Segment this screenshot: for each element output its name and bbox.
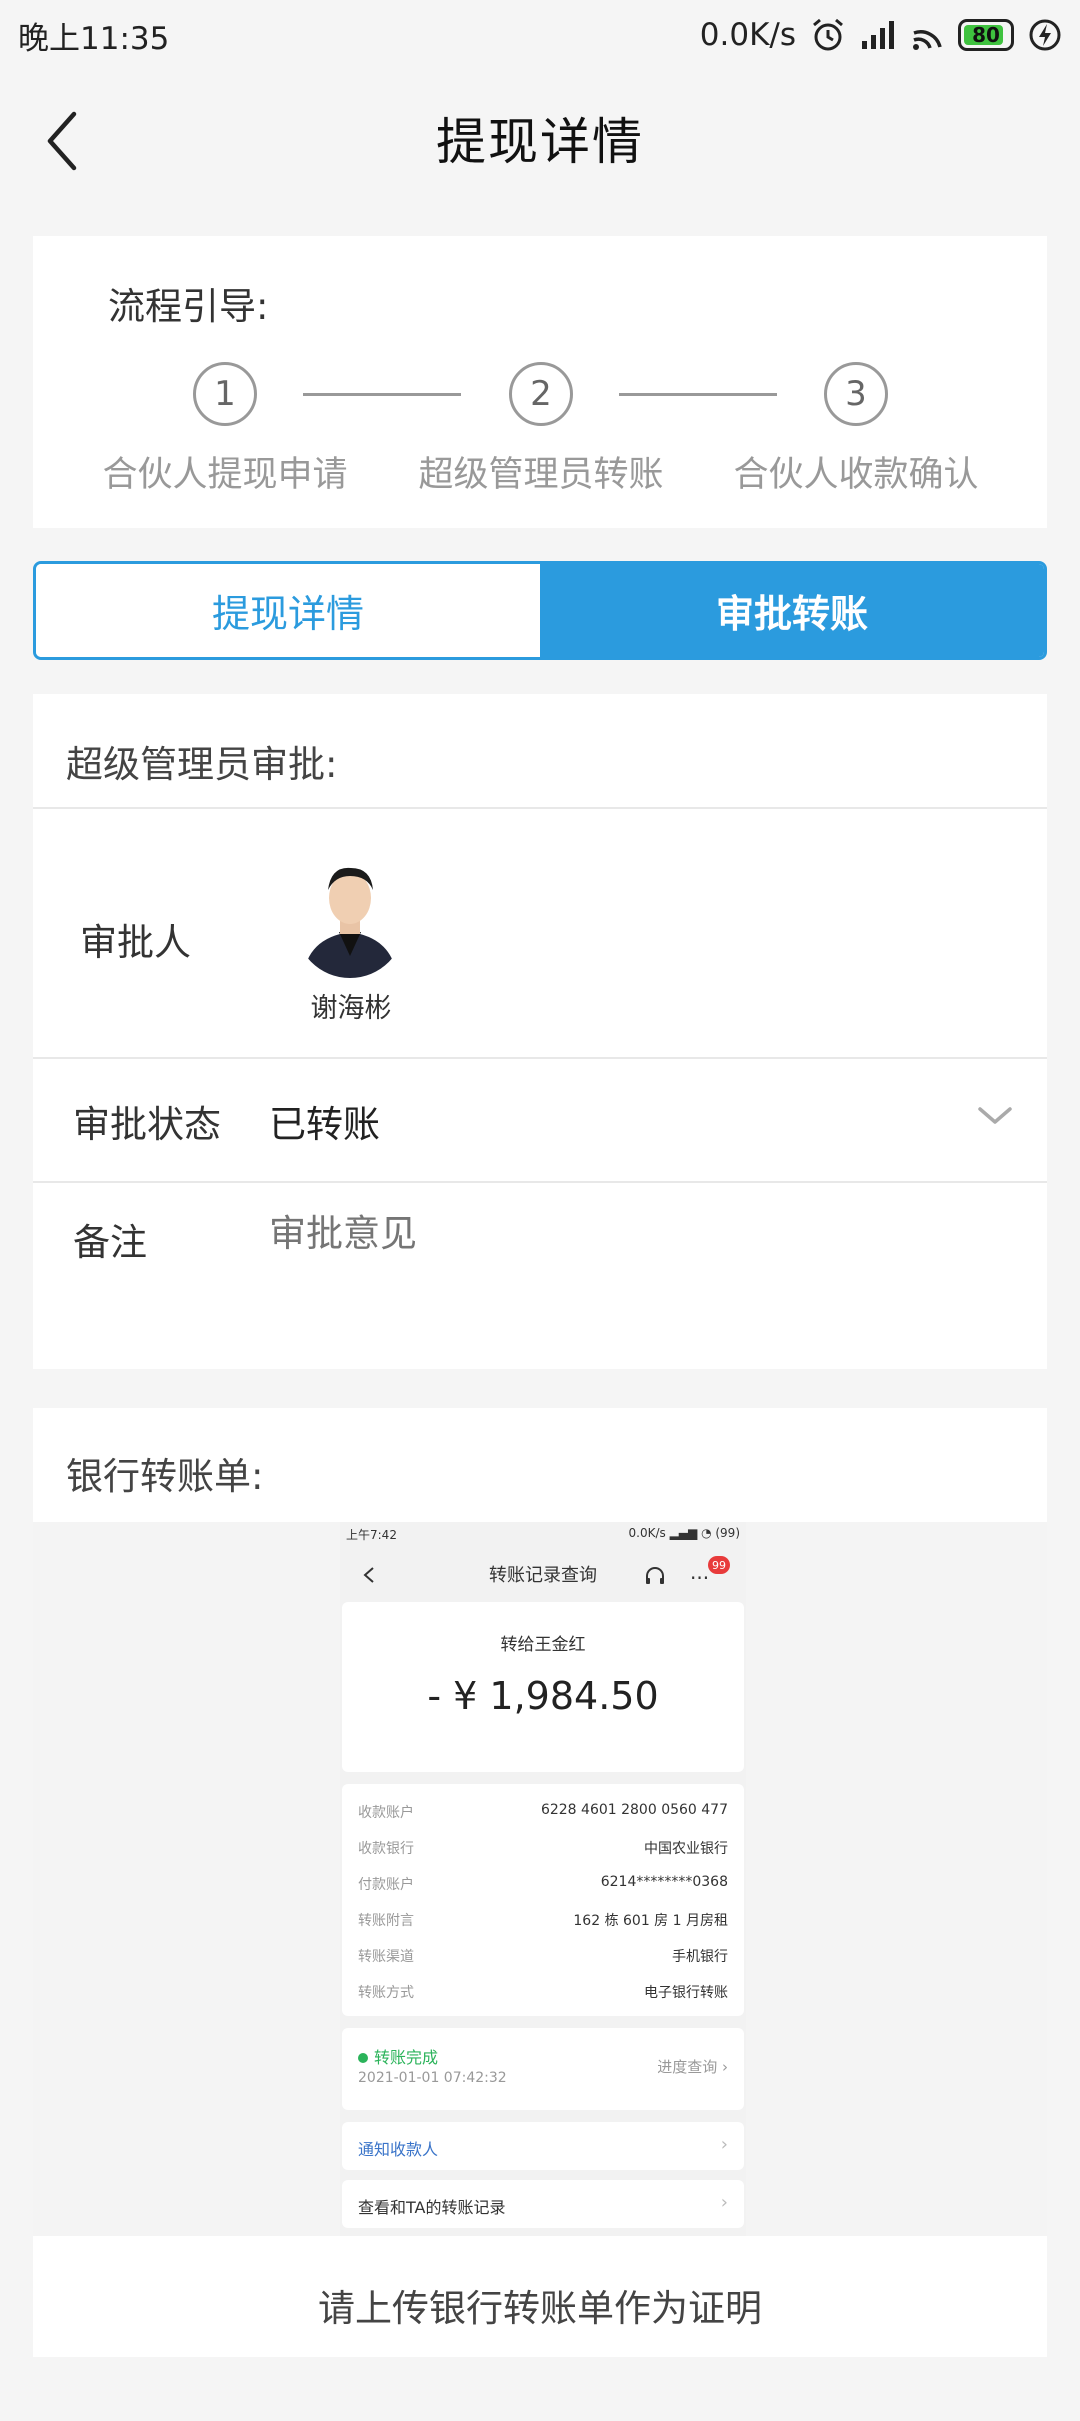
tab-withdraw-detail[interactable]: 提现详情: [36, 564, 540, 657]
bank-title: 银行转账单:: [66, 1455, 264, 1498]
receipt-details-card: 收款账户 6228 4601 2800 0560 477 收款银行 中国农业银行 付…: [342, 1784, 744, 2016]
receipt-amount-card: 转给王金红 - ¥ 1,984.50: [342, 1602, 744, 1772]
chevron-left-icon[interactable]: [40, 106, 100, 172]
receipt-row: 收款银行 中国农业银行: [358, 1841, 728, 1857]
receipt-row: 转账方式 电子银行转账: [358, 1985, 728, 2001]
wifi-icon: [913, 30, 942, 50]
nav-header: 提现详情: [0, 70, 1080, 205]
charging-icon: [1029, 19, 1061, 51]
step-2-circle: 2: [509, 362, 573, 426]
page-title: 提现详情: [436, 112, 644, 171]
step-3-label: 合伙人收款确认: [733, 455, 979, 495]
step-3-circle: 3: [824, 362, 888, 426]
status-label: 审批状态: [73, 1103, 221, 1146]
bank-transfer-card: 银行转账单: 上午7:42 0.0K/s ▂▄▆ ◔ (99) 转账记录查询 ·…: [33, 1408, 1047, 2357]
receipt-row: 付款账户 6214********0368: [358, 1874, 728, 1893]
progress-query-link: 进度查询 ›: [657, 2058, 728, 2076]
receipt-screenshot: 上午7:42 0.0K/s ▂▄▆ ◔ (99) 转账记录查询 ··· 99 转…: [340, 1522, 746, 2236]
receipt-status-bar: 上午7:42 0.0K/s ▂▄▆ ◔ (99): [346, 1526, 740, 1542]
avatar: [295, 846, 405, 978]
more-icon: ···: [690, 1566, 710, 1590]
guide-title: 流程引导:: [108, 285, 269, 328]
step-connector: [619, 393, 777, 396]
status-icons: 0.0K/s 80: [700, 17, 1062, 53]
notification-badge: 99: [708, 1556, 730, 1574]
step-connector: [303, 393, 461, 396]
transfer-history-row: 查看和TA的转账记录 ›: [342, 2180, 744, 2228]
signal-icon: [862, 21, 894, 49]
divider: [33, 1057, 1047, 1059]
receipt-amount: - ¥ 1,984.50: [427, 1674, 659, 1718]
step-1-circle: 1: [193, 362, 257, 426]
step-2-label: 超级管理员转账: [418, 455, 664, 495]
tab-approve-transfer[interactable]: 审批转账: [540, 564, 1044, 657]
remark-label: 备注: [73, 1221, 147, 1264]
receipt-row: 转账附言 162 栋 601 房 1 月房租: [358, 1913, 728, 1929]
approver-name: 谢海彬: [310, 993, 392, 1024]
notify-payee-link: 通知收款人: [358, 2140, 439, 2159]
status-bar: 晚上11:35 0.0K/s 80: [0, 0, 1080, 70]
net-speed: 0.0K/s: [699, 17, 796, 53]
transfer-time: 2021-01-01 07:42:32: [358, 2070, 507, 2086]
approver-label: 审批人: [80, 921, 191, 964]
chevron-right-icon: ›: [720, 2192, 728, 2213]
receipt-recipient: 转给王金红: [500, 1635, 586, 1655]
transfer-history-link: 查看和TA的转账记录: [358, 2198, 506, 2217]
process-guide-card: 流程引导: 1 2 3 合伙人提现申请 超级管理员转账 合伙人收款确认: [33, 236, 1047, 528]
alarm-icon: [813, 18, 843, 51]
approval-title: 超级管理员审批:: [66, 743, 338, 786]
status-time: 晚上11:35: [18, 20, 170, 57]
upload-hint: 请上传银行转账单作为证明: [318, 2287, 762, 2330]
battery-icon: 80: [958, 19, 1014, 51]
chevron-down-icon[interactable]: [977, 1104, 1013, 1128]
divider: [33, 807, 1047, 809]
tab-bar: 提现详情 审批转账: [33, 561, 1047, 660]
transfer-done-status: 转账完成: [358, 2044, 438, 2068]
notify-payee-row: 通知收款人 ›: [342, 2122, 744, 2170]
chevron-right-icon: ›: [720, 2134, 728, 2155]
receipt-row: 收款账户 6228 4601 2800 0560 477: [358, 1802, 728, 1821]
receipt-image-area[interactable]: 上午7:42 0.0K/s ▂▄▆ ◔ (99) 转账记录查询 ··· 99 转…: [33, 1522, 1047, 2236]
remark-input[interactable]: [269, 1212, 969, 1255]
status-select[interactable]: 已转账: [269, 1094, 380, 1148]
headset-icon: [646, 1567, 664, 1584]
receipt-row: 转账渠道 手机银行: [358, 1949, 728, 1965]
receipt-progress-card: 转账完成 2021-01-01 07:42:32 进度查询 ›: [342, 2028, 744, 2110]
approval-card: 超级管理员审批: 审批人 谢海彬 审批状态 已转账 备注: [33, 694, 1047, 1369]
receipt-title: 转账记录查询: [489, 1565, 597, 1586]
step-1-label: 合伙人提现申请: [102, 455, 348, 495]
divider: [33, 1181, 1047, 1183]
